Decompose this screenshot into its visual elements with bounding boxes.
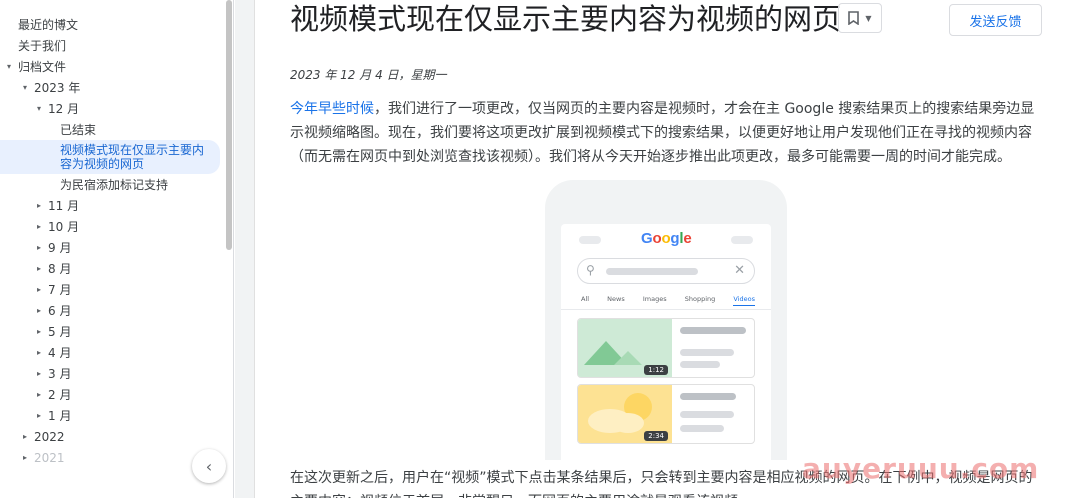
sidebar-item-label: 最近的博文 bbox=[18, 18, 79, 32]
tab-images: Images bbox=[642, 295, 667, 303]
sidebar-item-label: 归档文件 bbox=[18, 60, 67, 74]
tab-news: News bbox=[607, 295, 625, 303]
sidebar-item-label: 5 月 bbox=[48, 325, 72, 339]
sidebar-item-label: 11 月 bbox=[48, 199, 80, 213]
placeholder-bar bbox=[579, 236, 601, 244]
intro-paragraph: 今年早些时候，我们进行了一项更改，仅当网页的主要内容是视频时，才会在主 Goog… bbox=[290, 97, 1042, 169]
chevron-right-icon[interactable]: ▸ bbox=[34, 348, 44, 357]
chevron-right-icon[interactable]: ▸ bbox=[34, 264, 44, 273]
sidebar-item-label: 6 月 bbox=[48, 304, 72, 318]
sidebar-scrollbar[interactable] bbox=[226, 0, 232, 250]
phone-screen: Google ⚲ ✕ All News Images Shopping Vide… bbox=[561, 224, 771, 460]
sidebar-item[interactable]: ▾ 2023 年 bbox=[0, 77, 226, 98]
video-result-card: 2:34 bbox=[577, 384, 755, 444]
google-logo: Google bbox=[641, 230, 692, 247]
sidebar-item[interactable]: ▸ 6 月 bbox=[0, 300, 226, 321]
video-result-card: 1:12 bbox=[577, 318, 755, 378]
chevron-right-icon[interactable]: ▸ bbox=[20, 432, 30, 441]
nav-tree: 最近的博文关于我们 ▾ 归档文件 ▾ 2023 年 ▾ 12 月已结束视频模式现在仅显示主要… bbox=[0, 14, 226, 468]
collapse-sidebar-button[interactable]: ‹ bbox=[192, 449, 226, 483]
tab-videos: Videos bbox=[733, 295, 755, 306]
post-date: 2023 年 12 月 4 日，星期一 bbox=[290, 68, 447, 82]
mock-search-tabs: All News Images Shopping Videos bbox=[581, 295, 755, 306]
phone-illustration: Google ⚲ ✕ All News Images Shopping Vide… bbox=[545, 180, 787, 460]
sidebar-item[interactable]: ▸ 8 月 bbox=[0, 258, 226, 279]
chevron-right-icon[interactable]: ▸ bbox=[34, 243, 44, 252]
sidebar-item[interactable]: 已结束 bbox=[0, 119, 226, 140]
intro-text: ，我们进行了一项更改，仅当网页的主要内容是视频时，才会在主 Google 搜索结… bbox=[290, 101, 1035, 165]
sidebar-item-label: 为民宿添加标记支持 bbox=[60, 178, 169, 192]
sidebar-item[interactable]: ▸ 4 月 bbox=[0, 342, 226, 363]
chevron-right-icon[interactable]: ▸ bbox=[34, 222, 44, 231]
chevron-right-icon[interactable]: ▸ bbox=[34, 306, 44, 315]
sidebar-item-label: 2023 年 bbox=[34, 81, 81, 95]
tab-shopping: Shopping bbox=[684, 295, 716, 303]
chevron-right-icon[interactable]: ▸ bbox=[34, 327, 44, 336]
video-thumbnail-mountain: 1:12 bbox=[578, 319, 672, 377]
sidebar-item-label: 8 月 bbox=[48, 262, 72, 276]
sidebar-item[interactable]: ▸ 2022 bbox=[0, 426, 226, 447]
sidebar-item[interactable]: 为民宿添加标记支持 bbox=[0, 174, 226, 195]
sidebar-item[interactable]: ▸ 5 月 bbox=[0, 321, 226, 342]
sidebar-item[interactable]: 关于我们 bbox=[0, 35, 226, 56]
sidebar-item-label: 2 月 bbox=[48, 388, 72, 402]
chevron-right-icon[interactable]: ▸ bbox=[34, 390, 44, 399]
sidebar-item[interactable]: ▸ 3 月 bbox=[0, 363, 226, 384]
sidebar-item[interactable]: ▸ 9 月 bbox=[0, 237, 226, 258]
earlier-this-year-link[interactable]: 今年早些时候 bbox=[290, 101, 374, 117]
mock-search-box: ⚲ ✕ bbox=[577, 258, 755, 284]
chevron-left-icon: ‹ bbox=[205, 456, 213, 476]
chevron-down-icon[interactable]: ▾ bbox=[4, 62, 14, 71]
page-title: 视频模式现在仅显示主要内容为视频的网页 bbox=[290, 2, 842, 36]
bookmark-icon bbox=[848, 11, 860, 25]
close-icon: ✕ bbox=[734, 263, 745, 278]
sidebar-item-label: 7 月 bbox=[48, 283, 72, 297]
chevron-right-icon[interactable]: ▸ bbox=[34, 369, 44, 378]
body-paragraph: 在这次更新之后，用户在“视频”模式下点击某条结果后，只会转到主要内容是相应视频的… bbox=[290, 470, 1033, 498]
chevron-down-icon[interactable]: ▾ bbox=[20, 83, 30, 92]
sidebar-item[interactable]: ▸ 10 月 bbox=[0, 216, 226, 237]
search-query-placeholder bbox=[606, 268, 698, 275]
sidebar-item[interactable]: ▸ 11 月 bbox=[0, 195, 226, 216]
sidebar-item-label: 已结束 bbox=[60, 123, 97, 137]
sidebar-item-label: 关于我们 bbox=[18, 39, 67, 53]
tab-all: All bbox=[581, 295, 590, 303]
sidebar-item-label: 2021 bbox=[34, 450, 65, 465]
sidebar-item-label: 10 月 bbox=[48, 220, 80, 234]
video-thumbnail-sun: 2:34 bbox=[578, 385, 672, 443]
placeholder-bar bbox=[731, 236, 753, 244]
chevron-right-icon[interactable]: ▸ bbox=[34, 411, 44, 420]
sidebar-item[interactable]: ▾ 归档文件 bbox=[0, 56, 226, 77]
video-duration: 1:12 bbox=[644, 365, 668, 375]
search-icon: ⚲ bbox=[586, 263, 595, 277]
sidebar-gutter bbox=[235, 0, 255, 498]
chevron-right-icon[interactable]: ▸ bbox=[34, 201, 44, 210]
chevron-right-icon[interactable]: ▸ bbox=[20, 453, 30, 462]
sidebar-item-label: 视频模式现在仅显示主要内容为视频的网页 bbox=[60, 143, 205, 171]
article-main: 视频模式现在仅显示主要内容为视频的网页 ▼ 发送反馈 2023 年 12 月 4… bbox=[256, 0, 1080, 498]
sidebar-item[interactable]: ▾ 12 月 bbox=[0, 98, 226, 119]
video-duration: 2:34 bbox=[644, 431, 668, 441]
sidebar-item[interactable]: ▸ 1 月 bbox=[0, 405, 226, 426]
sidebar-item-label: 4 月 bbox=[48, 346, 72, 360]
sidebar-item-label: 3 月 bbox=[48, 367, 72, 381]
sidebar-item[interactable]: 视频模式现在仅显示主要内容为视频的网页 bbox=[0, 140, 220, 174]
sidebar-item-label: 2022 bbox=[34, 429, 65, 444]
chevron-right-icon[interactable]: ▸ bbox=[34, 285, 44, 294]
chevron-down-icon[interactable]: ▾ bbox=[34, 104, 44, 113]
sidebar-item[interactable]: 最近的博文 bbox=[0, 14, 226, 35]
sidebar-item-label: 9 月 bbox=[48, 241, 72, 255]
sidebar-item-label: 1 月 bbox=[48, 409, 72, 423]
sidebar-item[interactable]: ▸ 7 月 bbox=[0, 279, 226, 300]
divider bbox=[561, 309, 771, 310]
sidebar-item[interactable]: ▸ 2 月 bbox=[0, 384, 226, 405]
bookmark-button[interactable]: ▼ bbox=[838, 3, 882, 33]
send-feedback-button[interactable]: 发送反馈 bbox=[949, 4, 1042, 36]
sidebar-item-label: 12 月 bbox=[48, 102, 80, 116]
chevron-down-icon: ▼ bbox=[865, 13, 872, 23]
sidebar-nav: 最近的博文关于我们 ▾ 归档文件 ▾ 2023 年 ▾ 12 月已结束视频模式现在仅显示主要… bbox=[0, 0, 234, 498]
